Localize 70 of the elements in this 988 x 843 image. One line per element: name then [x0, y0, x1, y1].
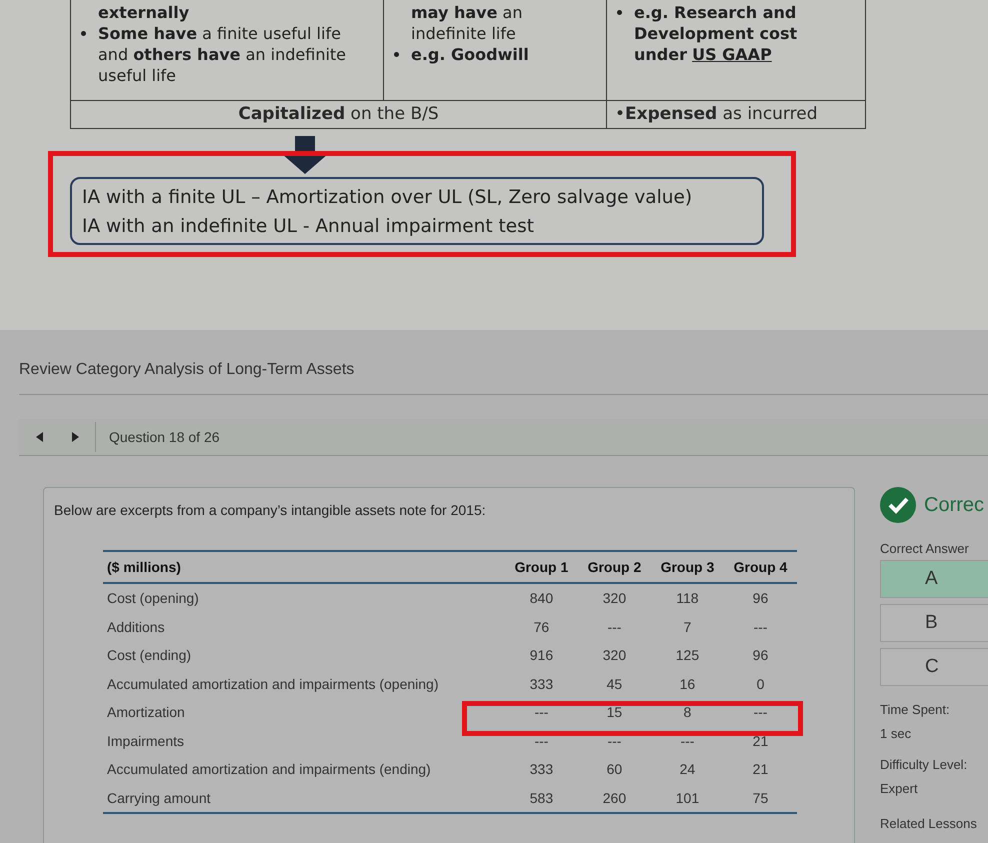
table-cell-text: 76 [532, 618, 550, 637]
table-cell: 260 [578, 784, 651, 813]
summary-text: IA with an indefinite UL - Annual impairment test [82, 215, 536, 239]
stat-value: 1 sec [880, 726, 912, 741]
table-cell-text: 21 [752, 732, 770, 751]
table-cell-text: --- [679, 732, 696, 751]
row-label: Cost (ending) [106, 646, 192, 666]
table-cell-text: 60 [606, 760, 624, 780]
table-cell-text: 333 [528, 760, 554, 780]
slide-text: •Expensed as incurred [614, 103, 818, 126]
slide-text: Development cost under US GAAP [634, 23, 798, 65]
row-label: Accumulated amortization and impairments (opening) [106, 674, 440, 694]
page-title: Review Category Analysis of Long-Term Assets [19, 330, 988, 395]
table-cell-text: 7 [682, 618, 692, 637]
row-label: Carrying amount [103, 784, 505, 813]
next-button[interactable] [69, 430, 81, 444]
check-circle-icon [880, 487, 916, 523]
table-cell-text: 15 [606, 703, 624, 722]
question-text: Below are excerpts from a company’s intangible assets note for 2015: [54, 502, 487, 518]
column-header: Group 3 [650, 551, 724, 583]
table-cell-text: 24 [678, 760, 696, 780]
slide-text: e.g. Goodwill [411, 44, 529, 65]
result-status: Correc [924, 494, 984, 516]
table-cell: 96 [724, 583, 797, 612]
table-cell: 118 [650, 583, 724, 612]
slide-text: externally [98, 2, 190, 23]
slide-text: Capitalized on the B/S [71, 101, 607, 128]
table-cell: 840 [504, 583, 578, 612]
column-header: Group 2 [578, 551, 651, 583]
row-label: Additions [106, 618, 166, 637]
column-header: Group 4 [724, 551, 797, 583]
table-cell-text: 21 [752, 760, 770, 780]
table-cell-text: --- [606, 732, 622, 751]
table-cell-text: 96 [752, 646, 770, 666]
table-cell: 320 [578, 583, 651, 612]
column-header: ($ millions) [103, 551, 505, 583]
row-label: Accumulated amortization and impairments (ending) [106, 760, 432, 780]
answer-option[interactable]: A [880, 560, 988, 598]
correct-answer-label: Correct Answer [880, 541, 970, 556]
table-cell-text: 0 [756, 674, 766, 694]
table-cell-text: --- [533, 732, 550, 751]
row-label: Cost (opening) [103, 583, 505, 612]
table-cell: 583 [504, 784, 578, 813]
question-counter: Question 18 of 26 [95, 422, 220, 452]
stat-value: Expert [880, 781, 919, 796]
row-label: Impairments [106, 732, 186, 751]
stat-label: Difficulty Level: [880, 757, 968, 772]
table-cell-text: 916 [528, 646, 554, 666]
answer-option[interactable]: C [880, 648, 988, 686]
table-cell-text: 8 [682, 703, 692, 722]
slide-text: e.g. Research and [634, 2, 796, 23]
table-cell-text: --- [606, 618, 622, 637]
slide-text: Some have a finite useful life and others have an indefinite useful life [98, 23, 348, 86]
column-header: Group 1 [504, 551, 578, 583]
table-cell-text: 320 [602, 646, 628, 666]
table-cell-text: 45 [606, 674, 624, 694]
summary-text: IA with a finite UL – Amortization over UL (SL, Zero salvage value) [82, 186, 694, 210]
table-cell-text: --- [533, 703, 550, 722]
row-label: Amortization [106, 703, 186, 722]
table-cell-text: --- [752, 703, 768, 722]
down-arrow-icon [282, 136, 328, 174]
table-cell-text: 16 [678, 674, 696, 694]
table-cell-text: 333 [528, 674, 554, 694]
table-cell: 75 [724, 784, 797, 813]
related-lessons-label: Related Lessons [880, 816, 978, 831]
table-cell-text: 125 [674, 646, 700, 666]
stat-label: Time Spent: [880, 702, 951, 717]
answer-option[interactable]: B [880, 604, 988, 642]
table-cell-text: --- [752, 618, 768, 637]
table-cell: 101 [650, 784, 724, 813]
